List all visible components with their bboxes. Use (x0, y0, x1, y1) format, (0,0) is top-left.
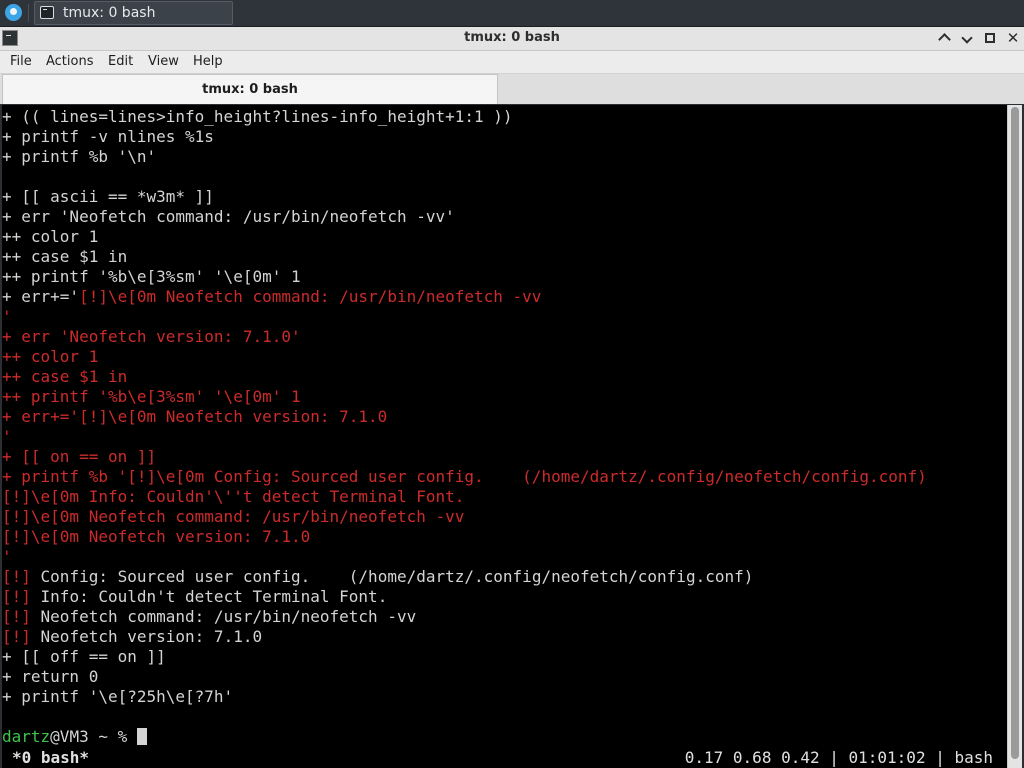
terminal-text: ++ color 1 (2, 347, 99, 366)
terminal-line: + printf %b '\n' (2, 147, 927, 167)
terminal-line: + printf %b '[!]\e[0m Config: Sourced us… (2, 467, 927, 487)
terminal-line: ' (2, 427, 927, 447)
taskbar: tmux: 0 bash (0, 0, 1024, 27)
terminal-line: dartz@VM3 ~ % (2, 727, 927, 747)
terminal-text: + [[ on == on ]] (2, 447, 157, 466)
terminal-text: [!] (2, 627, 31, 646)
terminal-line: ++ printf '%b\e[3%sm' '\e[0m' 1 (2, 267, 927, 287)
terminal-icon (40, 6, 54, 19)
terminal-line: [!]\e[0m Neofetch command: /usr/bin/neof… (2, 507, 927, 527)
terminal-text: ++ case $1 in (2, 367, 128, 386)
menu-help[interactable]: Help (193, 53, 223, 71)
terminal-text: [!]\e[0m Neofetch version: 7.1.0 (2, 527, 311, 546)
terminal-text: ++ printf '%b\e[3%sm' '\e[0m' 1 (2, 387, 301, 406)
terminal-line: + err+='[!]\e[0m Neofetch version: 7.1.0 (2, 407, 927, 427)
terminal-line: + err 'Neofetch command: /usr/bin/neofet… (2, 207, 927, 227)
terminal-line: + [[ ascii == *w3m* ]] (2, 187, 927, 207)
terminal-text: + printf -v nlines %1s (2, 127, 214, 146)
terminal-text: ++ case $1 in (2, 247, 128, 266)
window-titlebar[interactable]: tmux: 0 bash ✕ (0, 27, 1024, 51)
taskbar-separator (28, 4, 29, 22)
terminal-line: + err+='[!]\e[0m Neofetch command: /usr/… (2, 287, 927, 307)
prompt-user: dartz (2, 727, 51, 746)
terminal-text: + [[ ascii == *w3m* ]] (2, 187, 214, 206)
terminal-text: ' (2, 427, 12, 446)
terminal-text: ' (2, 547, 12, 566)
terminal-text: + err 'Neofetch version: 7.1.0' (2, 327, 301, 346)
terminal-line: + printf -v nlines %1s (2, 127, 927, 147)
terminal-line: + printf '\e[?25h\e[?7h' (2, 687, 927, 707)
terminal-text: + err 'Neofetch command: /usr/bin/neofet… (2, 207, 455, 226)
scrollbar-thumb[interactable] (1011, 107, 1019, 759)
terminal-text: + err+='[!]\e[0m Neofetch version: 7.1.0 (2, 407, 388, 426)
window-title: tmux: 0 bash (464, 30, 560, 45)
tmux-status-info: 0.17 0.68 0.42 | 01:01:02 | bash (684, 748, 993, 767)
terminal-line: ++ color 1 (2, 227, 927, 247)
terminal-text: + printf %b '[!]\e[0m Config: Sourced us… (2, 467, 927, 486)
terminal-text: + err+=' (2, 287, 80, 306)
tab-terminal-session[interactable]: tmux: 0 bash (2, 74, 498, 104)
terminal-text: Config: Sourced user config. (/home/dart… (30, 567, 754, 586)
terminal-line: ++ case $1 in (2, 247, 927, 267)
menu-view[interactable]: View (148, 53, 179, 71)
terminal-line: + [[ off == on ]] (2, 647, 927, 667)
terminal-text: Neofetch version: 7.1.0 (30, 627, 263, 646)
terminal-line: [!] Info: Couldn't detect Terminal Font. (2, 587, 927, 607)
terminal-text: + [[ off == on ]] (2, 647, 166, 666)
terminal-line: ++ case $1 in (2, 367, 927, 387)
terminal-text: + (( lines=lines>info_height?lines-info_… (2, 107, 513, 126)
menu-actions[interactable]: Actions (46, 53, 94, 71)
minimize-icon[interactable] (935, 29, 953, 47)
terminal-line: [!] Neofetch command: /usr/bin/neofetch … (2, 607, 927, 627)
terminal-scrollbar[interactable] (1007, 105, 1022, 768)
terminal-text: @VM3 ~ % (50, 727, 137, 746)
terminal-line: ' (2, 547, 927, 567)
maximize-icon[interactable] (981, 29, 999, 47)
terminal-view[interactable]: + (( lines=lines>info_height?lines-info_… (2, 105, 1007, 768)
terminal-text: ' (2, 307, 12, 326)
menu-bar: File Actions Edit View Help (0, 51, 1024, 74)
desktop-logo-icon[interactable] (5, 4, 22, 21)
terminal-text: + printf %b '\n' (2, 147, 157, 166)
menu-file[interactable]: File (10, 53, 32, 71)
tab-label: tmux: 0 bash (202, 82, 298, 97)
tmux-status-bar: *0 bash* 0.17 0.68 0.42 | 01:01:02 | bas… (2, 747, 1007, 768)
terminal-text: + return 0 (2, 667, 99, 686)
terminal-line: ++ printf '%b\e[3%sm' '\e[0m' 1 (2, 387, 927, 407)
terminal-line: + (( lines=lines>info_height?lines-info_… (2, 107, 927, 127)
terminal-text: + printf '\e[?25h\e[?7h' (2, 687, 234, 706)
terminal-line: ' (2, 307, 927, 327)
terminal-text: [!]\e[0m Neofetch command: /usr/bin/neof… (2, 507, 465, 526)
terminal-text: ++ printf '%b\e[3%sm' '\e[0m' 1 (2, 267, 301, 286)
terminal-output: + (( lines=lines>info_height?lines-info_… (2, 107, 927, 747)
terminal-text: [!]\e[0m Info: Couldn'\''t detect Termin… (2, 487, 465, 506)
terminal-text: [!] (2, 587, 31, 606)
restore-icon[interactable] (958, 29, 976, 47)
terminal-text: Info: Couldn't detect Terminal Font. (30, 587, 388, 606)
terminal-text: [!] (2, 607, 31, 626)
taskbar-window-label: tmux: 0 bash (63, 5, 156, 21)
menu-edit[interactable]: Edit (108, 53, 133, 71)
terminal-line: [!]\e[0m Neofetch version: 7.1.0 (2, 527, 927, 547)
terminal-line: + [[ on == on ]] (2, 447, 927, 467)
tmux-window-list[interactable]: *0 bash* (12, 747, 89, 768)
terminal-text: ++ color 1 (2, 227, 99, 246)
terminal-text: Neofetch command: /usr/bin/neofetch -vv (30, 607, 417, 626)
terminal-line: [!] Neofetch version: 7.1.0 (2, 627, 927, 647)
close-icon[interactable]: ✕ (1004, 29, 1022, 47)
terminal-text: [!] (2, 567, 31, 586)
terminal-line: ++ color 1 (2, 347, 927, 367)
terminal-cursor (136, 728, 147, 745)
terminal-line: + return 0 (2, 667, 927, 687)
terminal-text: [!]\e[0m Neofetch command: /usr/bin/neof… (79, 287, 542, 306)
taskbar-window-button[interactable]: tmux: 0 bash (34, 1, 233, 25)
terminal-line: [!]\e[0m Info: Couldn'\''t detect Termin… (2, 487, 927, 507)
terminal-line: [!] Config: Sourced user config. (/home/… (2, 567, 927, 587)
terminal-line: + err 'Neofetch version: 7.1.0' (2, 327, 927, 347)
tab-bar: tmux: 0 bash (0, 74, 1024, 104)
